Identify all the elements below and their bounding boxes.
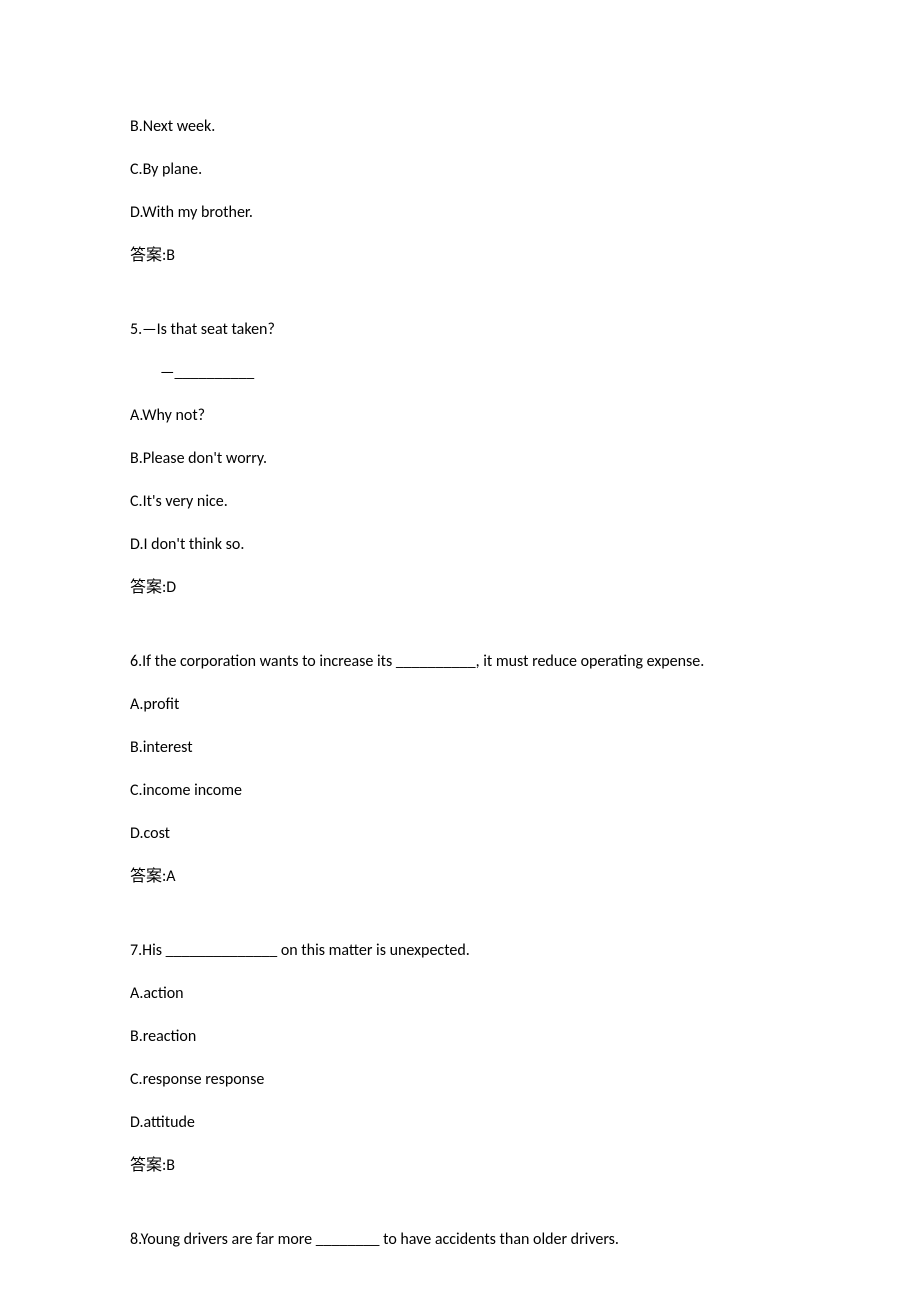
q4-option-d: D.With my brother.	[130, 201, 790, 225]
q5-answer: 答案:D	[130, 576, 790, 600]
q7-answer: 答案:B	[130, 1154, 790, 1178]
q4-option-b: B.Next week.	[130, 115, 790, 139]
q6-option-c: C.income income	[130, 779, 790, 803]
q4-option-c: C.By plane.	[130, 158, 790, 182]
q6-prompt: 6.If the corporation wants to increase i…	[130, 650, 790, 674]
q7-option-a: A.action	[130, 982, 790, 1006]
q6-option-b: B.interest	[130, 736, 790, 760]
q6-answer: 答案:A	[130, 865, 790, 889]
q7-prompt: 7.His ______________ on this matter is u…	[130, 939, 790, 963]
q5-option-d: D.I don't think so.	[130, 533, 790, 557]
q6-option-a: A.profit	[130, 693, 790, 717]
q5-sub: —__________	[130, 361, 790, 385]
q8-prompt: 8.Young drivers are far more ________ to…	[130, 1228, 790, 1252]
q5-prompt: 5.—Is that seat taken?	[130, 318, 790, 342]
q5-option-b: B.Please don't worry.	[130, 447, 790, 471]
q5-option-c: C.It's very nice.	[130, 490, 790, 514]
q4-answer: 答案:B	[130, 244, 790, 268]
q7-option-b: B.reaction	[130, 1025, 790, 1049]
q6-option-d: D.cost	[130, 822, 790, 846]
q5-option-a: A.Why not?	[130, 404, 790, 428]
q7-option-d: D.attitude	[130, 1111, 790, 1135]
q7-option-c: C.response response	[130, 1068, 790, 1092]
